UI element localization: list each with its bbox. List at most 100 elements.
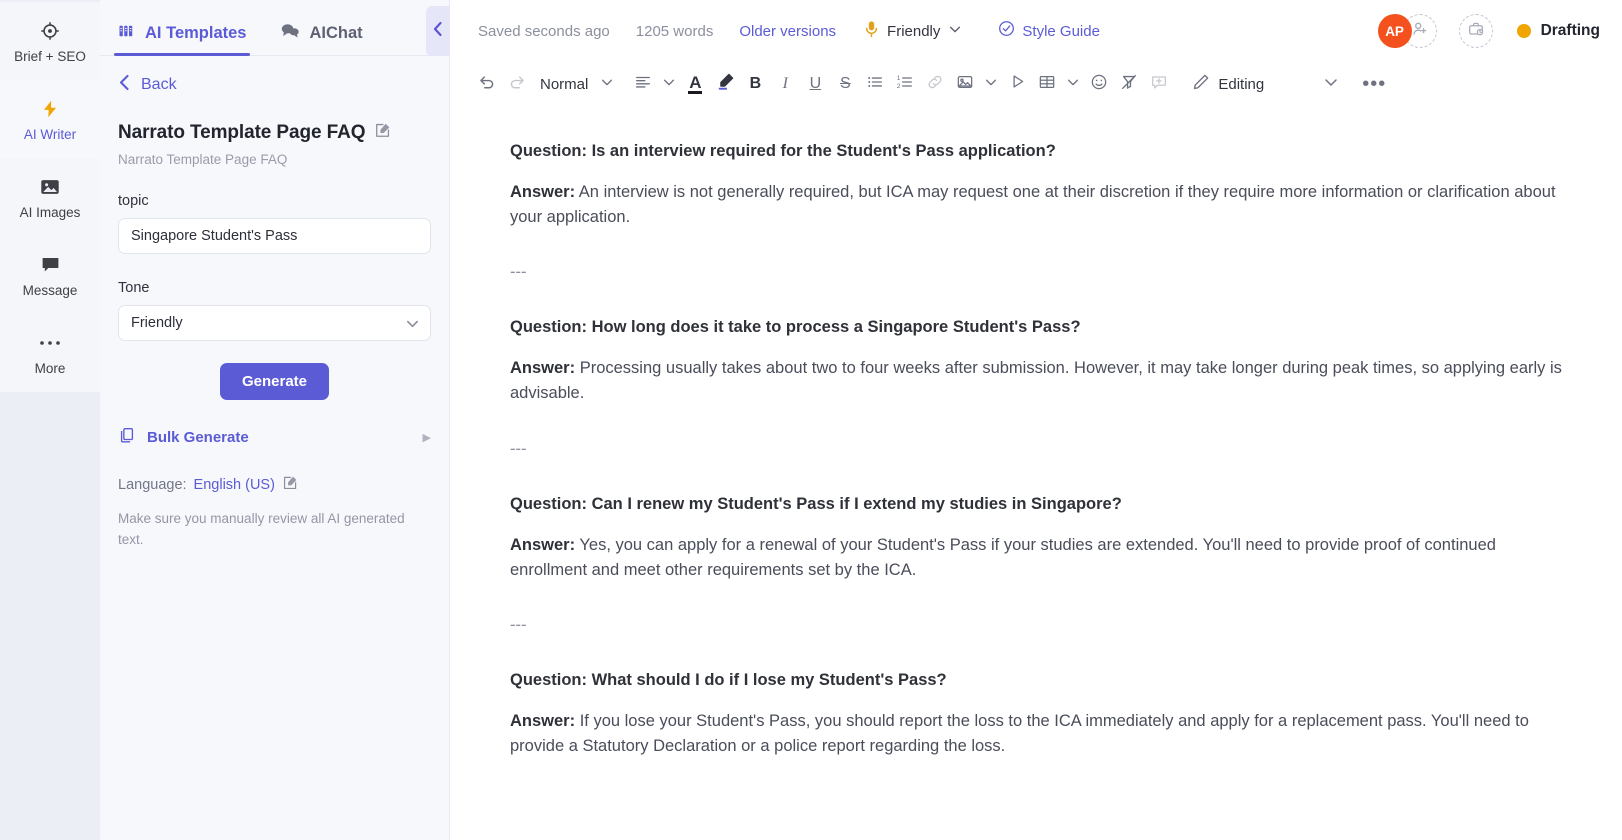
add-comment-icon	[1150, 73, 1168, 96]
answer-text: If you lose your Student's Pass, you sho…	[510, 712, 1529, 755]
faq-answer: Answer: Yes, you can apply for a renewal…	[510, 533, 1562, 583]
rail-item-ai-writer[interactable]: AI Writer	[0, 80, 100, 158]
emoji-button[interactable]	[1084, 69, 1114, 99]
add-task-button[interactable]	[1458, 14, 1493, 48]
edit-language-icon[interactable]	[282, 475, 298, 495]
bold-button[interactable]: B	[740, 69, 770, 99]
save-status: Saved seconds ago	[478, 22, 610, 40]
tab-aichat[interactable]: AIChat	[280, 22, 363, 55]
add-comment-button[interactable]	[1144, 69, 1174, 99]
collapse-panel-button[interactable]	[426, 6, 450, 56]
play-triangle-icon: ▶	[422, 432, 431, 444]
redo-button[interactable]	[502, 69, 532, 99]
rail-item-message[interactable]: Message	[0, 236, 100, 314]
insert-table-button[interactable]	[1032, 69, 1062, 99]
generate-button[interactable]: Generate	[219, 363, 330, 400]
section-divider: ---	[510, 616, 527, 635]
paragraph-style-caret[interactable]	[596, 69, 618, 99]
bold-icon: B	[749, 75, 762, 92]
template-title: Narrato Template Page FAQ	[118, 122, 366, 143]
undo-button[interactable]	[472, 69, 502, 99]
document-scroll-area[interactable]: Question: Is an interview required for t…	[450, 106, 1622, 840]
insert-table-caret[interactable]	[1062, 69, 1084, 99]
target-icon	[38, 19, 62, 43]
link-button[interactable]	[920, 69, 950, 99]
chat-bubble-icon	[38, 253, 62, 277]
emoji-icon	[1090, 73, 1108, 96]
ai-templates-panel: AI Templates AIChat Back Narrato Templat…	[100, 0, 450, 840]
language-prefix: Language:	[118, 477, 187, 493]
rail-item-brief-seo[interactable]: Brief + SEO	[0, 2, 100, 80]
faq-answer: Answer: An interview is not generally re…	[510, 180, 1562, 230]
align-caret[interactable]	[658, 69, 680, 99]
document-content[interactable]: Question: Is an interview required for t…	[510, 140, 1562, 759]
answer-text: An interview is not generally required, …	[510, 182, 1556, 226]
bullet-list-icon	[866, 73, 884, 96]
chevron-down-icon	[600, 75, 614, 94]
numbered-list-button[interactable]: 1 2	[890, 69, 920, 99]
bullet-list-button[interactable]	[860, 69, 890, 99]
font-color-button[interactable]: A	[680, 69, 710, 99]
panel-tab-bar: AI Templates AIChat	[100, 0, 449, 56]
template-title-row: Narrato Template Page FAQ	[118, 122, 431, 144]
link-icon	[926, 73, 944, 96]
microphone-icon	[864, 20, 879, 43]
strikethrough-button[interactable]: S	[830, 69, 860, 99]
rail-label-message: Message	[22, 282, 78, 298]
collaborators-group: AP	[1377, 14, 1437, 48]
rail-item-ai-images[interactable]: AI Images	[0, 158, 100, 236]
clear-formatting-button[interactable]	[1114, 69, 1144, 99]
numbered-list-icon: 1 2	[896, 73, 914, 96]
panel-body: Narrato Template Page FAQ Narrato Templa…	[100, 102, 449, 551]
app-root: Brief + SEO AI Writer AI Images Message …	[0, 0, 1622, 840]
rail-item-more[interactable]: More	[0, 314, 100, 392]
paragraph-style-select[interactable]: Normal	[532, 69, 596, 99]
style-guide-button[interactable]: Style Guide	[998, 20, 1100, 42]
faq-question: Question: What should I do if I lose my …	[510, 671, 947, 690]
language-value[interactable]: English (US)	[194, 477, 275, 493]
editing-mode-caret[interactable]	[1320, 69, 1342, 99]
language-row: Language: English (US)	[118, 475, 431, 495]
redo-icon	[508, 73, 526, 96]
answer-text: Processing usually takes about two to fo…	[510, 359, 1562, 403]
tab-ai-templates[interactable]: AI Templates	[113, 22, 251, 56]
insert-image-button[interactable]	[950, 69, 980, 99]
underline-button[interactable]: U	[800, 69, 830, 99]
topic-input[interactable]	[118, 218, 431, 254]
tone-select[interactable]: Friendly	[118, 305, 431, 341]
faq-question: Question: How long does it take to proce…	[510, 318, 1081, 337]
status-badge[interactable]: Drafting	[1516, 22, 1600, 40]
insert-image-caret[interactable]	[980, 69, 1002, 99]
document-editor: Saved seconds ago 1205 words Older versi…	[450, 0, 1622, 840]
table-icon	[1038, 73, 1056, 96]
word-count: 1205 words	[635, 22, 714, 40]
highlight-button[interactable]	[710, 69, 740, 99]
formatting-toolbar: Normal A B I U S 1 2 Editing •••	[450, 62, 1622, 106]
tone-selector[interactable]: Friendly	[864, 20, 962, 43]
back-label: Back	[141, 76, 177, 93]
answer-label: Answer:	[510, 182, 576, 201]
more-options-button[interactable]: •••	[1356, 73, 1392, 96]
align-left-icon	[634, 73, 652, 96]
align-button[interactable]	[628, 69, 658, 99]
back-button[interactable]: Back	[100, 56, 449, 102]
editing-mode-label: Editing	[1218, 75, 1265, 93]
chevron-down-icon	[1323, 74, 1339, 95]
copy-pages-icon	[118, 426, 136, 449]
bulk-generate-label: Bulk Generate	[147, 429, 249, 446]
clear-format-icon	[1120, 73, 1138, 96]
image-icon	[956, 73, 974, 96]
bulk-generate-row[interactable]: Bulk Generate ▶	[118, 426, 431, 449]
older-versions-link[interactable]: Older versions	[739, 23, 836, 40]
italic-button[interactable]: I	[770, 69, 800, 99]
editing-mode-button[interactable]: Editing	[1184, 73, 1272, 96]
insert-video-button[interactable]	[1002, 69, 1032, 99]
status-dot-icon	[1516, 24, 1531, 38]
avatar[interactable]: AP	[1377, 14, 1412, 48]
faq-answer: Answer: Processing usually takes about t…	[510, 356, 1562, 406]
rail-label-ai-images: AI Images	[19, 204, 81, 220]
font-color-icon: A	[688, 73, 703, 95]
chevron-down-icon	[948, 22, 962, 41]
edit-title-icon[interactable]	[374, 122, 391, 144]
tone-value: Friendly	[887, 22, 941, 40]
